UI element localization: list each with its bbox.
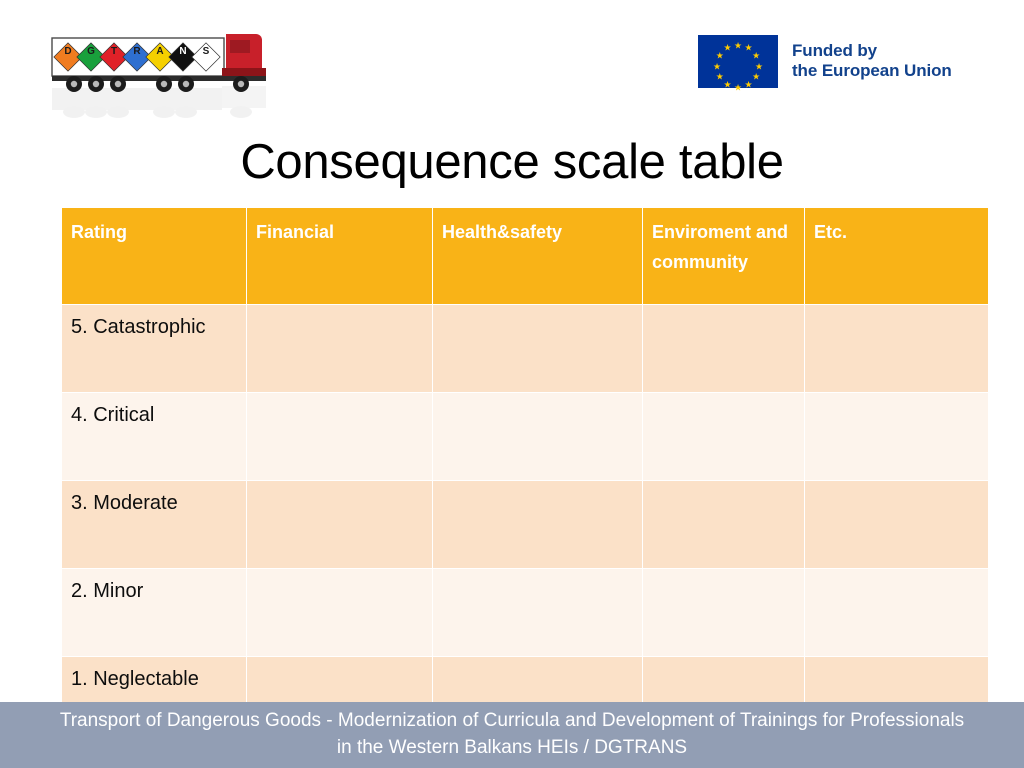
column-header-rating[interactable]: Rating [62, 208, 246, 304]
cell-etc[interactable] [805, 569, 988, 656]
column-header-etc[interactable]: Etc. [805, 208, 988, 304]
table-row: 3. Moderate [62, 481, 988, 568]
table-row: 4. Critical [62, 393, 988, 480]
table-row: 2. Minor [62, 569, 988, 656]
cell-financial[interactable] [247, 393, 432, 480]
svg-text:N: N [179, 46, 186, 57]
cell-rating[interactable]: 4. Critical [62, 393, 246, 480]
cell-etc[interactable] [805, 305, 988, 392]
cell-environment[interactable] [643, 393, 804, 480]
column-header-environment[interactable]: Enviroment and community [643, 208, 804, 304]
eu-logo-text: Funded by the European Union [792, 41, 952, 81]
eu-flag-icon: ★ ★ ★ ★ ★ ★ ★ ★ ★ ★ ★ ★ [698, 34, 778, 92]
cell-etc[interactable] [805, 481, 988, 568]
eu-logo-line2: the European Union [792, 61, 952, 80]
svg-text:G: G [87, 46, 95, 57]
consequence-scale-table: Rating Financial Health&safety Enviromen… [61, 207, 989, 745]
svg-text:S: S [203, 46, 210, 57]
footer-line1: Transport of Dangerous Goods - Moderniza… [59, 710, 965, 732]
cell-environment[interactable] [643, 569, 804, 656]
dgtrans-truck-logo: D G T R A N S [44, 24, 284, 134]
slide-header: D G T R A N S ★ ★ ★ ★ ★ ★ ★ ★ ★ ★ ★ ★ Fu… [0, 0, 1024, 130]
cell-financial[interactable] [247, 305, 432, 392]
cell-etc[interactable] [805, 393, 988, 480]
page-title: Consequence scale table [240, 135, 784, 189]
cell-rating[interactable]: 5. Catastrophic [62, 305, 246, 392]
table-body: 5. Catastrophic 4. Critical 3. Moderate … [62, 305, 988, 744]
svg-text:A: A [156, 46, 163, 57]
footer-line2: in the Western Balkans HEIs / DGTRANS [336, 737, 688, 758]
eu-logo-line1: Funded by [792, 40, 878, 60]
table-row: 5. Catastrophic [62, 305, 988, 392]
cell-financial[interactable] [247, 569, 432, 656]
svg-text:D: D [64, 46, 71, 57]
cell-health-safety[interactable] [433, 481, 642, 568]
cell-health-safety[interactable] [433, 305, 642, 392]
eu-funding-logo: ★ ★ ★ ★ ★ ★ ★ ★ ★ ★ ★ ★ Funded by the Eur… [698, 34, 968, 92]
cell-health-safety[interactable] [433, 569, 642, 656]
cell-rating[interactable]: 2. Minor [62, 569, 246, 656]
cell-financial[interactable] [247, 481, 432, 568]
table-header: Rating Financial Health&safety Enviromen… [62, 208, 988, 304]
svg-text:T: T [111, 46, 117, 57]
cell-environment[interactable] [643, 481, 804, 568]
cell-health-safety[interactable] [433, 393, 642, 480]
column-header-financial[interactable]: Financial [247, 208, 432, 304]
footer-banner: Transport of Dangerous Goods - Moderniza… [0, 702, 1024, 768]
column-header-health-safety[interactable]: Health&safety [433, 208, 642, 304]
cell-environment[interactable] [643, 305, 804, 392]
cell-rating[interactable]: 3. Moderate [62, 481, 246, 568]
svg-text:R: R [133, 46, 141, 57]
table-header-row: Rating Financial Health&safety Enviromen… [62, 208, 988, 304]
